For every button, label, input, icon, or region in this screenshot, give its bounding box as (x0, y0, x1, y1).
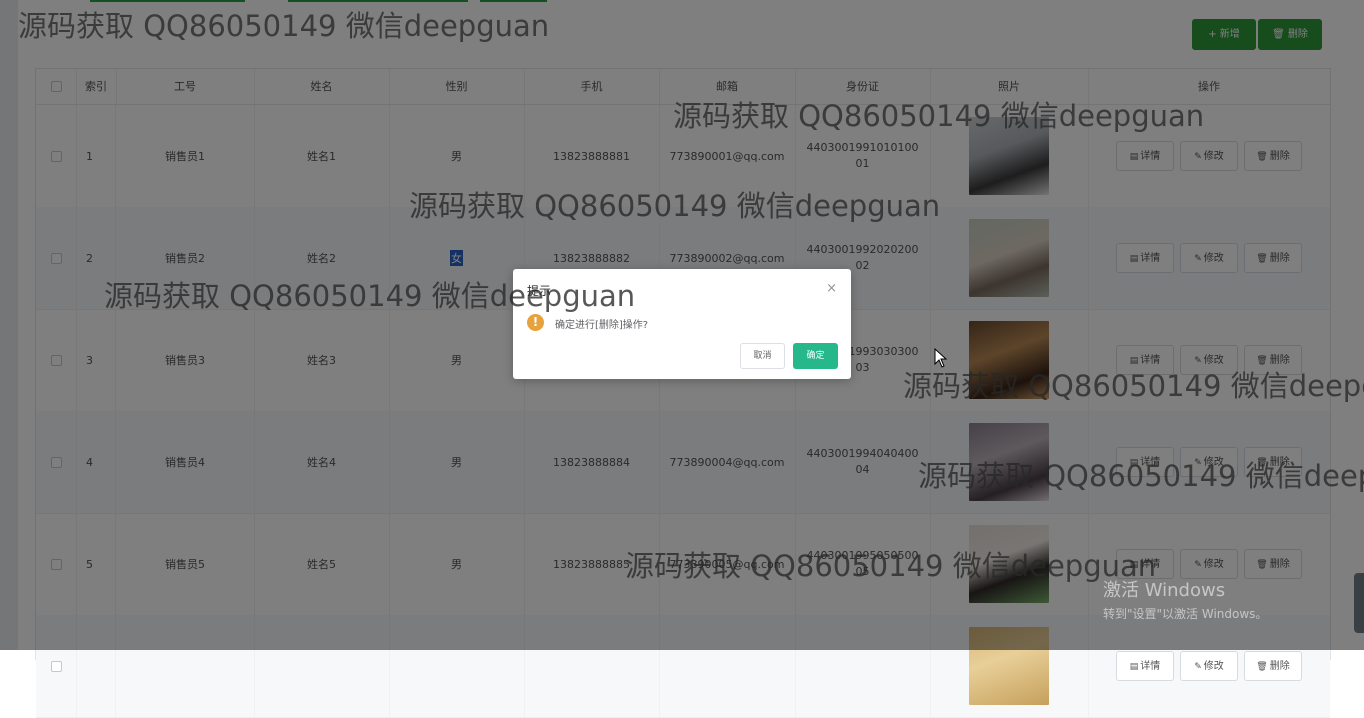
page: + 新增 🗑删除 索引 工号 姓名 性别 手机 邮箱 身份证 照片 操作 1销售… (0, 0, 1364, 718)
row-delete-button[interactable]: 🗑删除 (1244, 651, 1302, 681)
row-delete-button-label: 删除 (1269, 661, 1290, 672)
windows-activation-notice: 激活 Windows 转到"设置"以激活 Windows。 (1103, 576, 1267, 622)
edit-button-label: 修改 (1203, 661, 1224, 672)
mouse-cursor-icon (934, 348, 948, 368)
windows-activation-hint: 转到"设置"以激活 Windows。 (1103, 607, 1268, 621)
row-checkbox[interactable] (50, 660, 62, 672)
close-icon[interactable]: × (826, 281, 837, 296)
detail-button-label: 详情 (1140, 661, 1161, 672)
confirm-dialog: 提示 × ! 确定进行[删除]操作? 取消 确定 (513, 269, 851, 379)
dialog-title: 提示 (527, 284, 552, 298)
document-icon: ▤ (1129, 662, 1139, 672)
windows-activation-title: 激活 Windows (1103, 580, 1226, 601)
warning-icon: ! (527, 314, 544, 331)
cancel-button[interactable]: 取消 (740, 343, 785, 369)
confirm-button[interactable]: 确定 (793, 343, 838, 369)
edit-button[interactable]: ✎修改 (1180, 651, 1238, 681)
detail-button[interactable]: ▤详情 (1116, 651, 1174, 681)
dialog-message: 确定进行[删除]操作? (555, 320, 649, 331)
scrollbar-thumb[interactable] (1354, 573, 1364, 633)
trash-icon: 🗑 (1256, 662, 1268, 672)
pencil-icon: ✎ (1194, 662, 1202, 672)
